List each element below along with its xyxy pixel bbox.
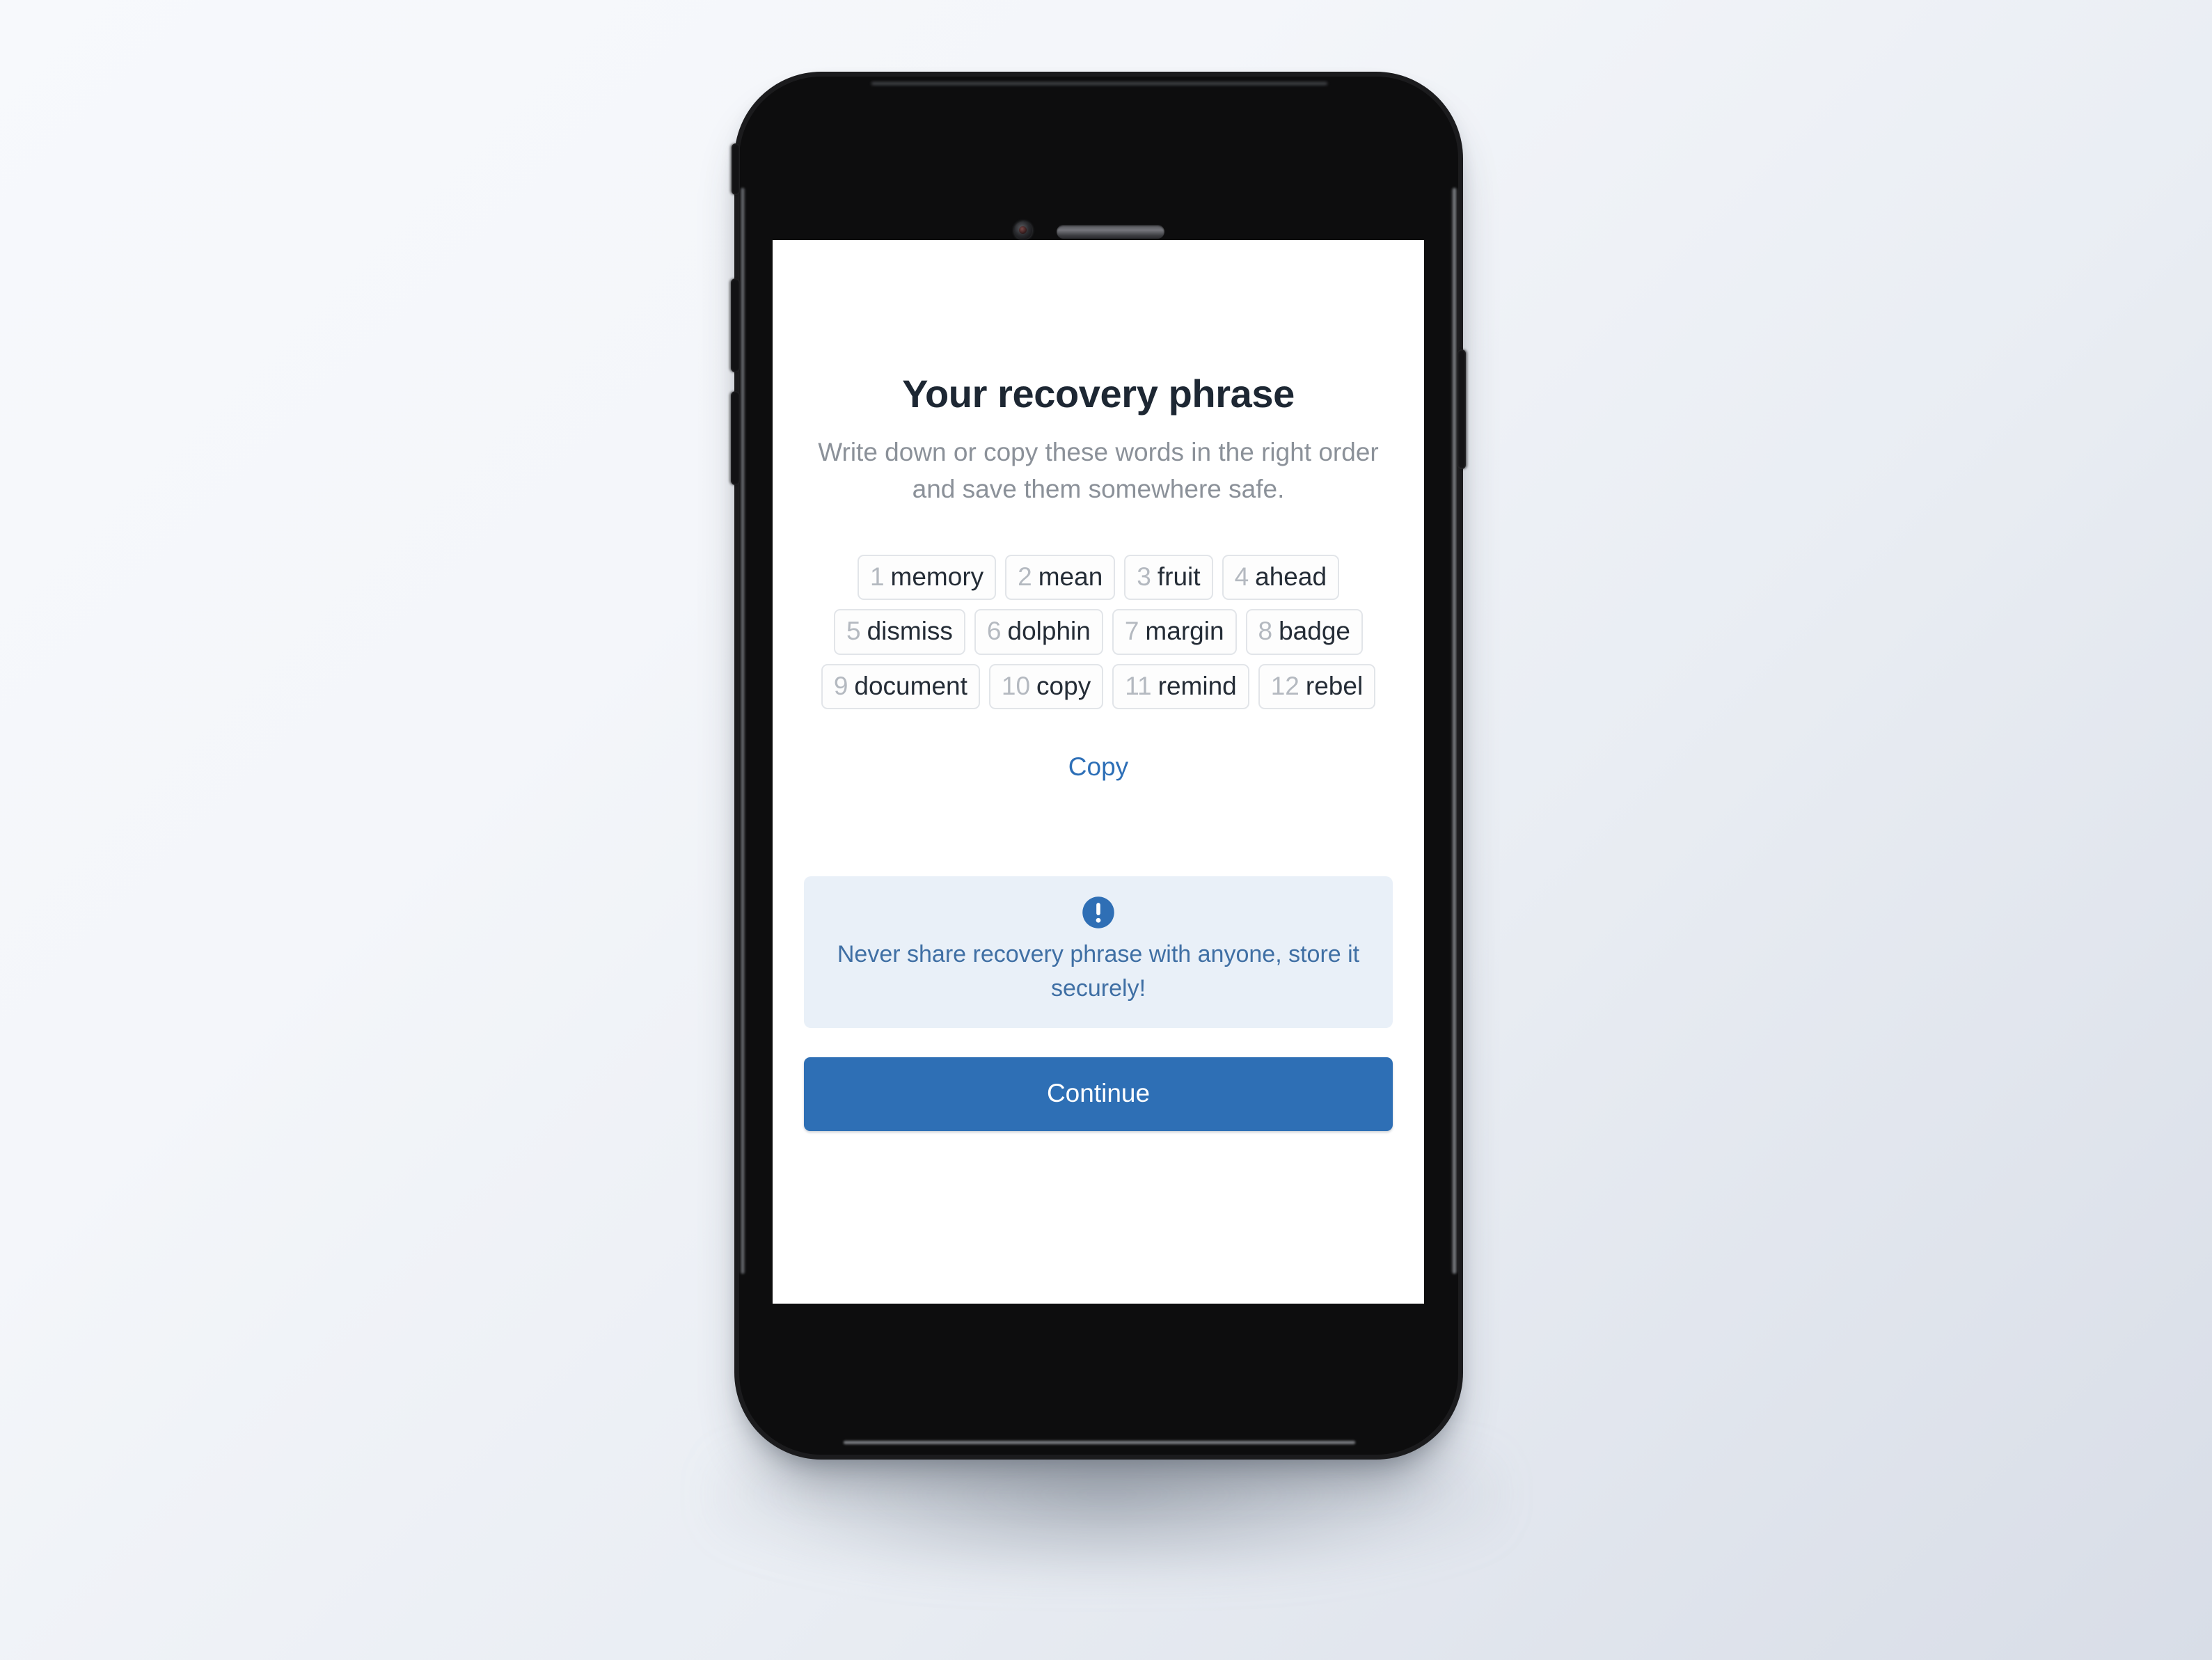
recovery-word-text: mean bbox=[1038, 562, 1103, 592]
recovery-word-text: fruit bbox=[1157, 562, 1201, 592]
recovery-word-index: 6 bbox=[986, 617, 1002, 646]
recovery-word-index: 2 bbox=[1018, 562, 1032, 592]
recovery-word-index: 1 bbox=[869, 562, 885, 592]
recovery-word-chip[interactable]: 12 rebel bbox=[1258, 663, 1376, 709]
recovery-word-index: 5 bbox=[846, 617, 861, 646]
recovery-word-index: 7 bbox=[1124, 617, 1139, 646]
volume-down-button[interactable] bbox=[731, 391, 740, 485]
recovery-word-text: copy bbox=[1036, 671, 1091, 700]
frame-bevel-bottom bbox=[844, 1440, 1355, 1445]
security-warning-text: Never share recovery phrase with anyone,… bbox=[837, 940, 1360, 1002]
phone-screen: Your recovery phrase Write down or copy … bbox=[773, 240, 1424, 1304]
recovery-word-index: 9 bbox=[833, 671, 848, 700]
page-subtitle: Write down or copy these words in the ri… bbox=[818, 438, 1379, 503]
recovery-word-chip[interactable]: 4 ahead bbox=[1222, 555, 1340, 601]
recovery-word-text: rebel bbox=[1305, 671, 1364, 700]
recovery-words-list: 1 memory 2 mean 3 fruit 4 ahead 5 dismiss 6 dolphin… bbox=[804, 555, 1393, 709]
frame-bevel-left bbox=[740, 188, 745, 1274]
phone-device-frame: Your recovery phrase Write down or copy … bbox=[731, 77, 1466, 1455]
recovery-word-chip[interactable]: 10 copy bbox=[988, 663, 1104, 709]
recovery-word-chip[interactable]: 11 remind bbox=[1112, 663, 1249, 709]
recovery-word-text: badge bbox=[1279, 617, 1350, 646]
recovery-word-text: memory bbox=[890, 562, 984, 592]
page-title: Your recovery phrase bbox=[902, 372, 1295, 416]
continue-button[interactable]: Continue bbox=[804, 1057, 1393, 1131]
recovery-word-chip[interactable]: 1 memory bbox=[857, 555, 997, 601]
frame-bevel-right bbox=[1451, 188, 1457, 1274]
recovery-word-index: 4 bbox=[1234, 562, 1249, 592]
recovery-word-text: document bbox=[854, 671, 967, 700]
frame-bevel-top bbox=[871, 81, 1327, 86]
recovery-word-chip[interactable]: 6 dolphin bbox=[974, 609, 1103, 655]
recovery-word-index: 3 bbox=[1137, 562, 1151, 592]
copy-phrase-link[interactable]: Copy bbox=[804, 752, 1393, 782]
power-button[interactable] bbox=[1457, 349, 1466, 469]
volume-up-button[interactable] bbox=[731, 278, 740, 372]
recovery-word-chip[interactable]: 9 document bbox=[821, 663, 980, 709]
exclamation-circle-icon bbox=[1082, 896, 1114, 928]
recovery-word-chip[interactable]: 7 margin bbox=[1112, 609, 1237, 655]
recovery-word-chip[interactable]: 5 dismiss bbox=[834, 609, 965, 655]
recovery-word-index: 8 bbox=[1258, 617, 1273, 646]
recovery-phrase-screen: Your recovery phrase Write down or copy … bbox=[773, 240, 1424, 1304]
front-camera-icon bbox=[1014, 221, 1032, 239]
recovery-word-chip[interactable]: 2 mean bbox=[1005, 555, 1116, 601]
recovery-word-text: ahead bbox=[1255, 562, 1327, 592]
recovery-word-index: 11 bbox=[1125, 671, 1152, 700]
recovery-word-index: 12 bbox=[1270, 671, 1299, 700]
earpiece-speaker-icon bbox=[1057, 225, 1164, 239]
recovery-word-text: dolphin bbox=[1007, 617, 1091, 646]
mute-switch-button[interactable] bbox=[732, 143, 740, 195]
recovery-word-text: dismiss bbox=[867, 617, 953, 646]
security-warning-banner: Never share recovery phrase with anyone,… bbox=[804, 876, 1393, 1028]
device-floor-shadow bbox=[710, 1448, 1503, 1580]
recovery-word-chip[interactable]: 3 fruit bbox=[1124, 555, 1213, 601]
recovery-word-chip[interactable]: 8 badge bbox=[1245, 609, 1363, 655]
recovery-word-index: 10 bbox=[1001, 671, 1031, 700]
recovery-word-text: margin bbox=[1145, 617, 1224, 646]
recovery-word-text: remind bbox=[1158, 671, 1237, 700]
